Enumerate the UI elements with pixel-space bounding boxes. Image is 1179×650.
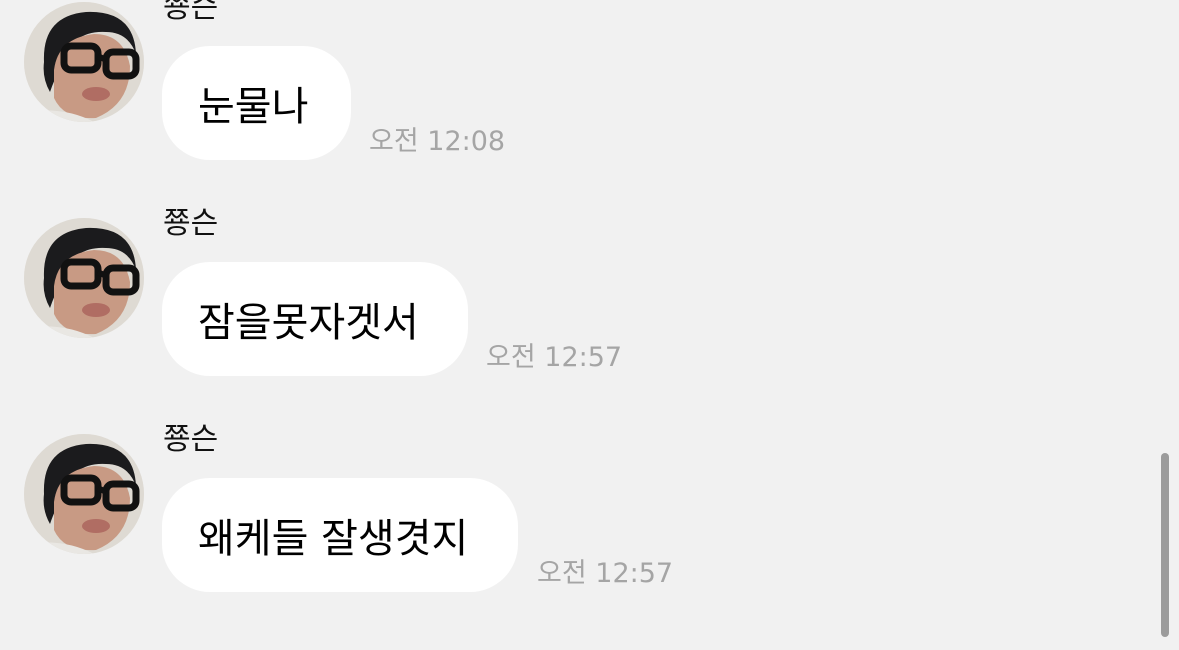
message-row: 쭁슨 눈물나 오전 12:08 [0, 0, 1150, 200]
message-timestamp: 오전 12:08 [369, 126, 506, 157]
message-timestamp: 오전 12:57 [537, 558, 674, 589]
sender-name: 쭁슨 [163, 422, 219, 457]
sender-name: 쭁슨 [163, 206, 219, 241]
message-text: 눈물나 [198, 84, 309, 130]
vertical-scrollbar[interactable] [1161, 453, 1169, 637]
sender-avatar[interactable] [24, 218, 144, 338]
message-text: 잠을못자겟서 [198, 300, 419, 346]
message-bubble[interactable]: 왜케들 잘생겻지 [162, 478, 518, 592]
profile-photo-icon [24, 434, 144, 554]
message-timestamp: 오전 12:57 [486, 342, 623, 373]
message-bubble[interactable]: 눈물나 [162, 46, 351, 160]
message-text: 왜케들 잘생겻지 [198, 516, 469, 562]
sender-avatar[interactable] [24, 434, 144, 554]
profile-photo-icon [24, 2, 144, 122]
message-bubble[interactable]: 잠을못자겟서 [162, 262, 468, 376]
message-row: 쭁슨 잠을못자겟서 오전 12:57 [0, 206, 1150, 416]
message-row: 쭁슨 왜케들 잘생겻지 오전 12:57 [0, 422, 1150, 632]
profile-photo-icon [24, 218, 144, 338]
sender-name: 쭁슨 [163, 0, 219, 25]
sender-avatar[interactable] [24, 2, 144, 122]
